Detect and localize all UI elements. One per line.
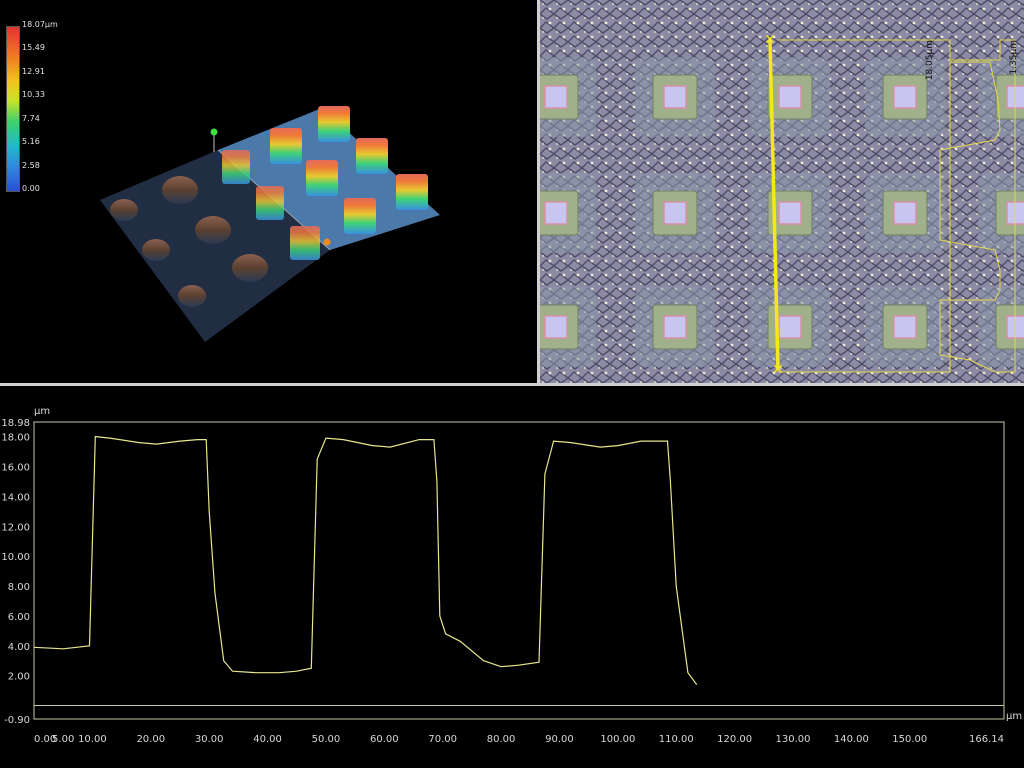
x-tick-label: 50.00 — [312, 734, 341, 745]
pad-center — [893, 315, 917, 339]
x-tick-label: 30.00 — [195, 734, 224, 745]
y-axis-min-label: -0.90 — [4, 715, 30, 726]
camera-image[interactable]: ✕ ✕ 18.05μm 1.35μm — [540, 0, 1024, 383]
view-3d-panel[interactable]: 18.07μm 15.49 12.91 10.33 7.74 5.16 2.58 0.00 — [0, 0, 537, 383]
y-tick-label: 18.00 — [1, 433, 30, 444]
x-tick-label: 60.00 — [370, 734, 399, 745]
x-tick-label: 90.00 — [545, 734, 574, 745]
marker-start-handle[interactable] — [210, 128, 218, 136]
x-tick-label: 40.00 — [253, 734, 282, 745]
x-axis-max-label: 166.14 — [969, 734, 1004, 745]
y-axis-max-label: 18.98 — [1, 418, 30, 429]
pad-center — [893, 85, 917, 109]
pad-center — [778, 201, 802, 225]
profile-chart[interactable]: μm μm 18.98 18.00 16.00 14.00 12.00 10.00 8.00… — [0, 386, 1024, 768]
x-tick-label: 70.00 — [428, 734, 457, 745]
camera-image-panel[interactable]: ✕ ✕ 18.05μm 1.35μm — [540, 0, 1024, 383]
pad-center — [663, 201, 687, 225]
y-tick-label: 10.00 — [1, 552, 30, 563]
x-axis-ticks: 0.005.00 10.00 20.00 30.00 40.00 50.00 60.00 70… — [34, 734, 1004, 745]
x-tick-label: 120.00 — [717, 734, 752, 745]
x-tick-label: 10.00 — [78, 734, 107, 745]
y-tick-label: 14.00 — [1, 492, 30, 503]
profile-graph-panel[interactable]: μm μm 18.98 18.00 16.00 14.00 12.00 10.00 8.00… — [0, 386, 1024, 768]
pad-center — [778, 315, 802, 339]
pad-center — [778, 85, 802, 109]
overlay-height-label: 1.35μm — [1009, 40, 1019, 75]
line-end-handle-icon[interactable]: ✕ — [772, 362, 784, 378]
overlay-length-label: 18.05μm — [925, 40, 935, 80]
x-tick-label: 150.00 — [892, 734, 927, 745]
y-axis-unit: μm — [34, 406, 50, 417]
y-tick-label: 16.00 — [1, 463, 30, 474]
plot-frame — [33, 421, 1005, 720]
pad-center — [544, 201, 568, 225]
y-tick-label: 6.00 — [8, 612, 30, 623]
surface-3d-render[interactable] — [0, 0, 537, 383]
x-tick-label: 100.00 — [600, 734, 635, 745]
x-axis-unit: μm — [1006, 711, 1022, 722]
pad-center — [893, 201, 917, 225]
pad-center — [544, 85, 568, 109]
x-tick-label: 110.00 — [659, 734, 694, 745]
x-tick-label: 5.00 — [52, 734, 74, 745]
profile-line-series — [33, 435, 698, 685]
pad-center — [663, 85, 687, 109]
x-tick-label: 80.00 — [487, 734, 516, 745]
y-tick-label: 4.00 — [8, 642, 30, 653]
y-tick-label: 2.00 — [8, 672, 30, 683]
y-tick-label: 8.00 — [8, 582, 30, 593]
pad-center — [544, 315, 568, 339]
x-tick-label: 130.00 — [775, 734, 810, 745]
x-tick-label: 20.00 — [136, 734, 165, 745]
marker-end-handle[interactable] — [323, 238, 331, 246]
x-tick-label: 140.00 — [834, 734, 869, 745]
pad-center — [663, 315, 687, 339]
line-start-handle-icon[interactable]: ✕ — [764, 32, 776, 48]
y-tick-label: 12.00 — [1, 522, 30, 533]
y-axis-ticks: 18.98 18.00 16.00 14.00 12.00 10.00 8.00 6.00 4.… — [1, 418, 30, 726]
